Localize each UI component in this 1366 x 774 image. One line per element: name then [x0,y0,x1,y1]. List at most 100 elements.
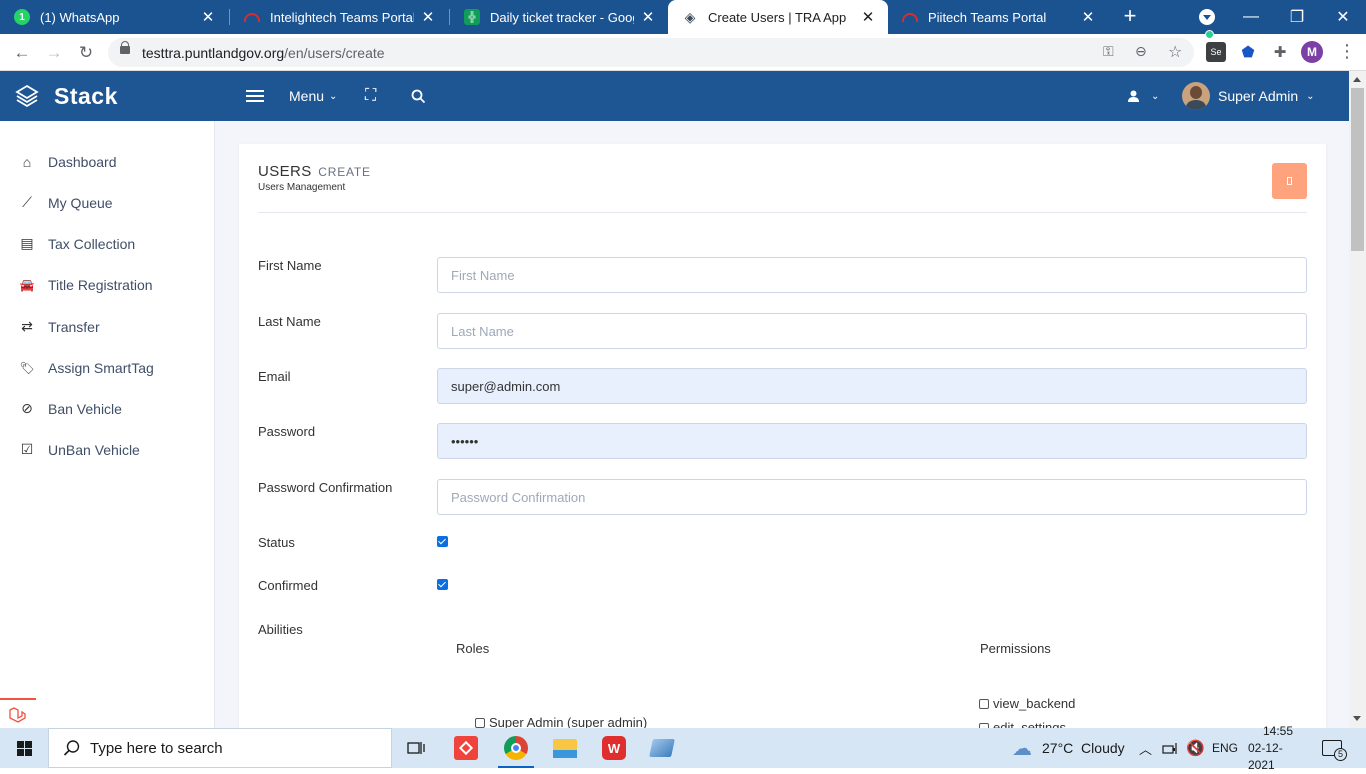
volume-muted-icon[interactable]: 🔇 [1186,728,1205,768]
status-checkbox[interactable] [437,536,448,547]
trend-icon: ⟋ [22,194,32,210]
puzzle-extensions-icon[interactable]: ✚ [1270,42,1290,62]
exchange-icon: ⇄ [21,318,33,334]
window-close-button[interactable]: ✕ [1320,0,1366,34]
zoom-icon[interactable]: ⊖ [1135,43,1147,60]
app-header: Stack Menu ⌄ ⛶ ⌄ Super Admin ⌄ [0,71,1349,121]
checkbox[interactable] [475,717,485,728]
task-view-icon[interactable] [392,728,440,768]
page-title: USERS CREATE [258,163,371,180]
sidebar-item-ban-vehicle[interactable]: ⊘ Ban Vehicle [0,388,214,429]
reload-button[interactable]: ↻ [73,40,99,66]
sidebar-item-my-queue[interactable]: ⟋ My Queue [0,182,214,223]
menu-dropdown[interactable]: Menu ⌄ [289,71,337,121]
laravel-debugbar-icon[interactable] [0,698,36,728]
password-confirmation-input[interactable] [437,479,1307,515]
network-icon[interactable] [1162,728,1178,768]
scroll-down-icon[interactable] [1353,716,1361,721]
weather-widget[interactable]: ☁ 27°C Cloudy [1012,728,1125,768]
close-icon[interactable]: ✕ [860,8,876,26]
checkbox[interactable] [979,698,989,709]
wps-office-icon[interactable]: W [590,728,638,768]
forward-button[interactable]: → [41,40,67,66]
address-bar[interactable]: testtra.puntlandgov.org/en/users/create … [108,38,1194,67]
close-icon[interactable]: ✕ [640,8,656,26]
sidebar-item-label: Transfer [48,318,100,335]
close-icon[interactable]: ✕ [200,8,216,26]
weather-text: 27°C Cloudy [1042,740,1125,756]
permission-checkbox-view-backend[interactable]: view_backend [979,696,1075,711]
back-to-list-button[interactable] [1272,163,1307,199]
confirmed-checkbox[interactable] [437,579,448,590]
user-profile-dropdown-icon[interactable]: ⌄ [1128,71,1159,121]
sidebar-item-unban-vehicle[interactable]: ☑ UnBan Vehicle [0,429,214,470]
close-icon[interactable]: ✕ [420,8,436,26]
notifications-icon[interactable]: 5 [1322,728,1347,768]
show-hidden-icons[interactable]: ︿ [1139,728,1152,768]
shield-extension-icon[interactable]: ⬟ [1238,42,1258,62]
email-field[interactable] [437,368,1307,404]
sidebar-item-label: UnBan Vehicle [48,441,140,458]
permissions-heading: Permissions [980,641,1051,656]
scroll-up-icon[interactable] [1353,77,1361,82]
home-icon: ⌂ [22,153,32,170]
minimize-button[interactable]: — [1228,0,1274,34]
confirmed-label: Confirmed [258,578,318,593]
last-name-label: Last Name [258,314,321,329]
file-explorer-icon[interactable] [541,728,589,768]
sidebar-item-label: Ban Vehicle [48,400,122,417]
tab-intelightech[interactable]: Intelightech Teams Portal ✕ [230,0,448,34]
sidebar-item-dashboard[interactable]: ⌂ Dashboard [0,141,214,182]
sidebar-item-tax-collection[interactable]: ▤ Tax Collection [0,223,214,264]
users-create-card: USERS CREATE Users Management First Name… [239,144,1326,744]
fullscreen-icon[interactable]: ⛶ [365,71,376,121]
profile-avatar[interactable]: M [1301,41,1323,63]
start-button[interactable] [0,728,48,768]
password-confirmation-label: Password Confirmation [258,480,393,495]
language-indicator[interactable]: ENG [1212,728,1238,768]
hamburger-menu-icon[interactable] [246,71,264,121]
whatsapp-icon: 1 [14,9,30,25]
brand[interactable]: Stack [0,71,215,121]
url-text[interactable]: testtra.puntlandgov.org/en/users/create [142,45,385,61]
tab-piitech[interactable]: Piitech Teams Portal ✕ [888,0,1108,34]
divider [258,212,1307,213]
list-icon [1287,177,1292,185]
anydesk-icon[interactable] [442,728,490,768]
clock-time: 14:55 [1262,723,1294,738]
tab-create-users[interactable]: ◈ Create Users | TRA App ✕ [668,0,888,34]
chrome-icon[interactable] [492,728,540,768]
browser-menu-icon[interactable]: ⋮ [1338,41,1356,62]
avatar [1182,82,1210,110]
online-status-icon [1205,30,1214,39]
tab-search-icon[interactable] [1199,9,1215,25]
back-button[interactable]: ← [9,40,35,66]
car-icon: 🚘 [19,277,35,292]
sidebar-item-assign-smarttag[interactable]: 🏷 Assign SmartTag [0,347,214,388]
search-icon[interactable] [411,71,426,121]
sidebar-item-label: Title Registration [48,276,153,293]
tab-ticket-tracker[interactable]: ╬ Daily ticket tracker - Google S ✕ [450,0,668,34]
tag-icon: 🏷 [19,360,35,375]
taskbar-search-placeholder: Type here to search [90,739,223,757]
user-menu[interactable]: Super Admin ⌄ [1182,71,1315,121]
clock[interactable]: 14:55 02-12-2021 [1248,724,1308,772]
new-tab-button[interactable]: + [1118,4,1142,30]
selenium-extension-icon[interactable]: Se [1206,42,1226,62]
tab-whatsapp[interactable]: 1 (1) WhatsApp ✕ [0,0,228,34]
browser-tab-strip: 1 (1) WhatsApp ✕ Intelightech Teams Port… [0,0,1366,34]
scrollbar-thumb[interactable] [1351,88,1364,251]
app-window-icon[interactable] [638,728,686,768]
sidebar-item-transfer[interactable]: ⇄ Transfer [0,306,214,347]
password-field[interactable] [437,423,1307,459]
page-scrollbar[interactable] [1349,71,1366,728]
bookmark-star-icon[interactable]: ☆ [1168,42,1182,62]
taskbar-search[interactable]: Type here to search [48,728,392,768]
last-name-input[interactable] [437,313,1307,349]
close-icon[interactable]: ✕ [1080,8,1096,26]
first-name-input[interactable] [437,257,1307,293]
sidebar-item-title-registration[interactable]: 🚘 Title Registration [0,264,214,305]
restore-button[interactable]: ❐ [1274,0,1320,34]
key-icon[interactable]: ⚿ [1103,43,1114,60]
clock-date: 02-12-2021 [1248,740,1283,772]
